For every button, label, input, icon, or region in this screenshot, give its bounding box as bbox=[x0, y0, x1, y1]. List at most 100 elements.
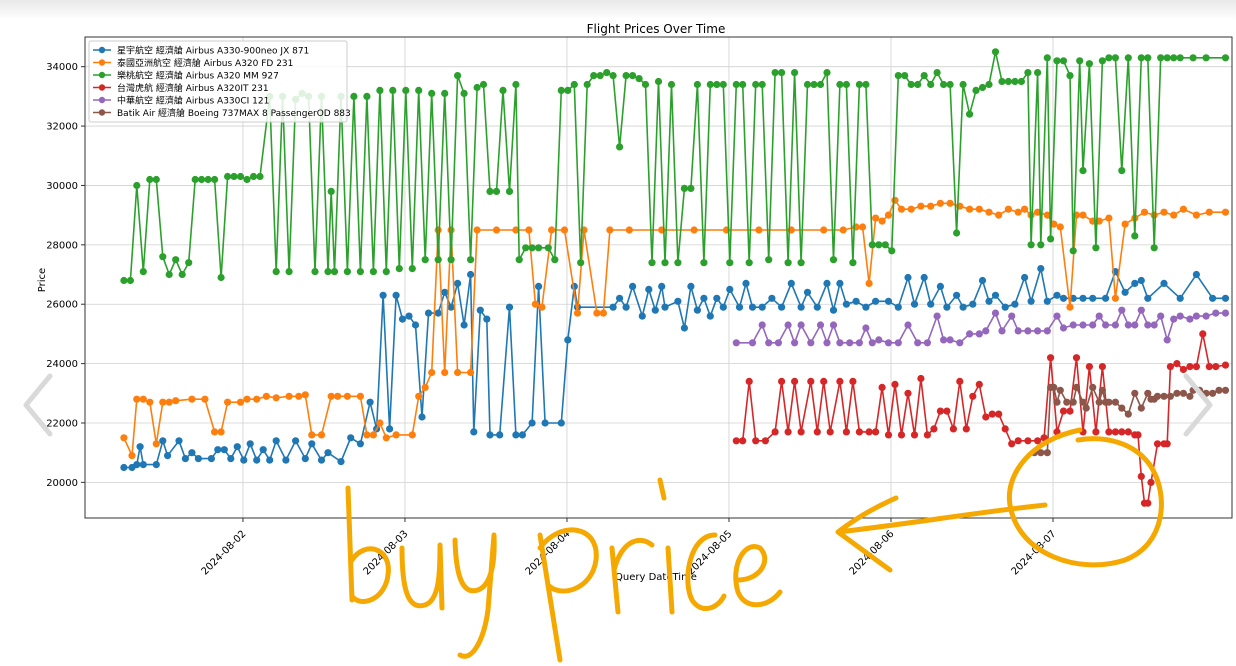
data-point bbox=[946, 199, 954, 207]
data-point bbox=[875, 336, 883, 344]
hand-letter-e bbox=[733, 544, 783, 608]
data-point bbox=[398, 315, 407, 323]
data-point bbox=[1157, 54, 1165, 62]
data-point bbox=[152, 461, 160, 469]
data-point bbox=[995, 410, 1003, 418]
data-point bbox=[408, 265, 416, 273]
data-point bbox=[940, 336, 948, 344]
data-point bbox=[1199, 330, 1207, 338]
data-point bbox=[1170, 211, 1178, 219]
data-point bbox=[1166, 363, 1174, 371]
data-point bbox=[761, 437, 770, 445]
data-point bbox=[687, 282, 695, 290]
data-point bbox=[512, 80, 520, 89]
data-point bbox=[282, 456, 290, 464]
data-point bbox=[217, 428, 225, 436]
data-point bbox=[778, 303, 786, 311]
data-point bbox=[428, 368, 436, 377]
data-point bbox=[888, 247, 896, 255]
data-point bbox=[392, 291, 400, 299]
data-point bbox=[1079, 294, 1087, 302]
data-point bbox=[813, 428, 821, 436]
data-point bbox=[1170, 315, 1178, 323]
chart-legend: 星宇航空 經濟艙 Airbus A330-900neo JX 871泰國亞洲航空… bbox=[88, 40, 351, 123]
data-point bbox=[486, 187, 494, 195]
data-point bbox=[133, 181, 141, 190]
data-point bbox=[1176, 54, 1184, 62]
data-point bbox=[512, 431, 520, 439]
data-point bbox=[1221, 386, 1230, 394]
data-point bbox=[347, 434, 355, 442]
data-point bbox=[982, 327, 990, 335]
data-point bbox=[933, 69, 941, 77]
data-point bbox=[479, 80, 488, 89]
data-point bbox=[635, 75, 643, 83]
data-point bbox=[969, 300, 977, 308]
data-point bbox=[1034, 327, 1042, 335]
data-point bbox=[146, 398, 154, 406]
data-point bbox=[638, 312, 646, 320]
data-point bbox=[1011, 300, 1019, 308]
data-point bbox=[813, 303, 821, 311]
data-point bbox=[1056, 223, 1064, 231]
data-point bbox=[1221, 294, 1230, 302]
data-point bbox=[894, 72, 902, 80]
data-point bbox=[379, 291, 387, 299]
data-point bbox=[1137, 404, 1145, 412]
legend-entry: 中華航空 經濟艙 Airbus A330CI 121 bbox=[117, 95, 269, 107]
data-point bbox=[755, 226, 763, 234]
hand-letter-y bbox=[452, 532, 497, 659]
data-point bbox=[411, 321, 420, 329]
data-point bbox=[308, 440, 316, 448]
y-tick-label: 34000 bbox=[46, 62, 78, 73]
data-point bbox=[936, 199, 945, 207]
x-tick-label: 2024-08-02 bbox=[200, 529, 249, 578]
data-point bbox=[133, 395, 141, 403]
data-point bbox=[505, 187, 514, 195]
data-point bbox=[441, 368, 449, 377]
data-point bbox=[1192, 312, 1200, 320]
data-point bbox=[884, 339, 893, 347]
y-tick-label: 32000 bbox=[46, 122, 78, 133]
data-point bbox=[1144, 294, 1152, 302]
data-point bbox=[930, 425, 938, 433]
data-point bbox=[839, 226, 847, 234]
data-point bbox=[590, 72, 598, 80]
data-point bbox=[1053, 398, 1061, 406]
data-point bbox=[855, 80, 864, 89]
data-point bbox=[1095, 398, 1103, 406]
data-point bbox=[1176, 312, 1184, 320]
data-point bbox=[1118, 428, 1126, 436]
data-point bbox=[645, 285, 653, 293]
data-point bbox=[165, 270, 173, 279]
data-point bbox=[859, 223, 867, 231]
data-point bbox=[700, 294, 708, 302]
data-point bbox=[1153, 392, 1162, 400]
data-point bbox=[1111, 54, 1119, 62]
data-point bbox=[836, 279, 844, 287]
data-point bbox=[680, 324, 689, 332]
data-point bbox=[259, 446, 267, 454]
data-point bbox=[1137, 306, 1145, 314]
data-point bbox=[408, 431, 416, 439]
data-point bbox=[421, 256, 429, 264]
next-arrow-icon[interactable] bbox=[1178, 370, 1218, 440]
x-tick-label: 2024-08-07 bbox=[1010, 529, 1059, 578]
data-point bbox=[159, 437, 167, 445]
data-point bbox=[447, 256, 455, 264]
data-point bbox=[1047, 235, 1055, 243]
y-tick-label: 24000 bbox=[46, 359, 78, 370]
data-point bbox=[1001, 303, 1009, 311]
data-point bbox=[557, 419, 565, 427]
data-point bbox=[667, 80, 676, 89]
data-point bbox=[1063, 398, 1071, 406]
previous-arrow-icon[interactable] bbox=[18, 370, 58, 440]
data-point bbox=[1085, 363, 1093, 371]
data-point bbox=[884, 431, 893, 439]
data-point bbox=[791, 377, 799, 385]
data-point bbox=[904, 389, 912, 397]
data-point bbox=[1118, 306, 1126, 314]
data-point bbox=[807, 377, 815, 385]
data-point bbox=[1053, 312, 1061, 320]
data-point bbox=[1166, 392, 1174, 400]
